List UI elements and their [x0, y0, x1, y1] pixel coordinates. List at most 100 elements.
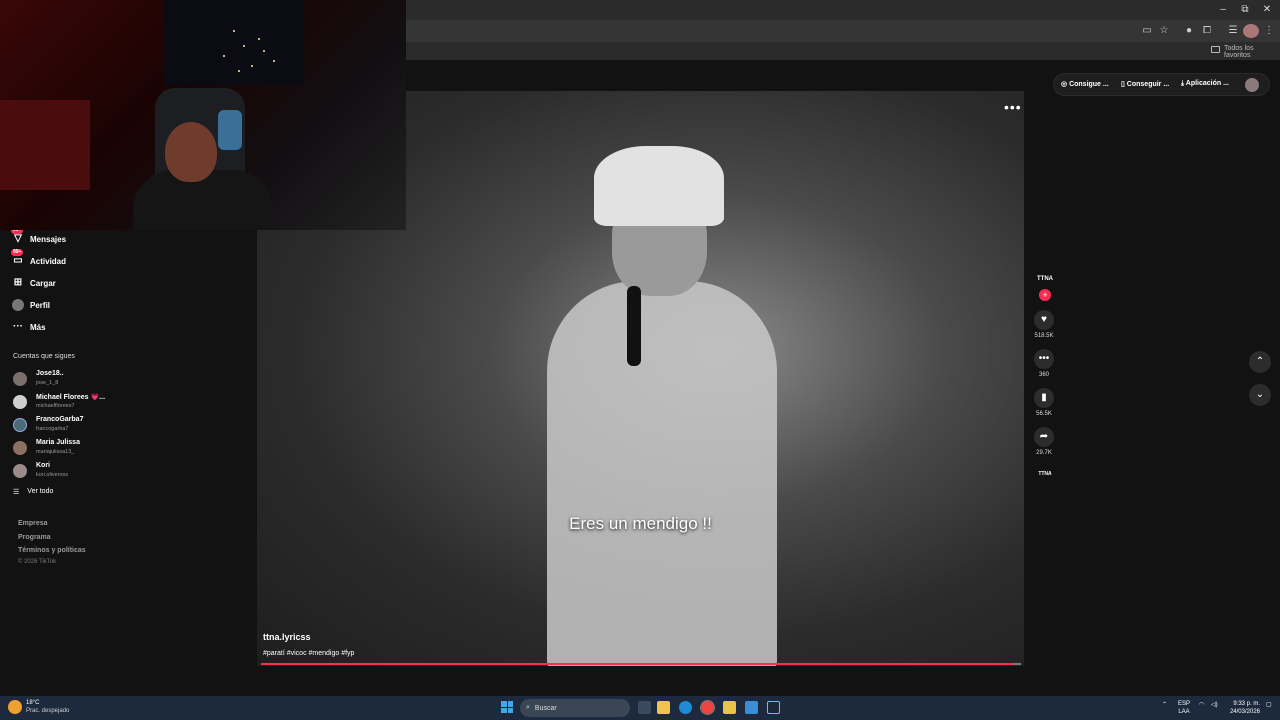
account-handle: francogarba7: [36, 426, 69, 432]
get-coins-button[interactable]: ◎ Consigue ...: [1061, 80, 1109, 88]
folder-icon: [1211, 46, 1220, 53]
steam-icon[interactable]: [767, 701, 780, 714]
maximize-button[interactable]: ⧉: [1234, 2, 1256, 18]
warning-app-icon[interactable]: [723, 701, 736, 714]
get-app-button[interactable]: ▯ Conseguir ...: [1121, 80, 1169, 88]
weather-icon[interactable]: [8, 700, 22, 714]
see-all-label: Ver todo: [27, 488, 54, 495]
avatar: [13, 418, 27, 432]
task-view-icon[interactable]: [638, 701, 651, 714]
cast-icon[interactable]: ▭: [1139, 24, 1155, 38]
close-button[interactable]: ✕: [1256, 2, 1278, 18]
upload-icon: ⊞: [13, 277, 23, 288]
all-bookmarks-link[interactable]: Todos los favoritos: [1224, 45, 1280, 59]
volume-icon[interactable]: ◁): [1211, 701, 1218, 708]
share-count: 29.7K: [1036, 450, 1052, 456]
video-frame-hat: [594, 146, 724, 226]
save-count: 56.5K: [1036, 411, 1052, 417]
activity-icon: ▭ 99+: [11, 249, 24, 266]
tray-overflow-icon[interactable]: ⌃: [1162, 701, 1167, 708]
sidebar-item-more[interactable]: ··· Más: [12, 318, 122, 336]
avatar: [13, 395, 27, 409]
video-progress-fill: [261, 663, 1014, 665]
taskbar-search[interactable]: ⌕ Buscar: [520, 699, 630, 717]
puzzle-icon[interactable]: ⧠: [1199, 24, 1215, 38]
account-name: Maria Julissa: [36, 439, 80, 446]
list-item[interactable]: Kori kori.oliveross: [13, 462, 123, 484]
system-clock[interactable]: 9:33 p. m. 24/03/2026: [1228, 700, 1260, 716]
list-icon: ☰: [13, 489, 20, 496]
browser-profile-icon[interactable]: [1243, 24, 1259, 38]
bookmark-star-icon[interactable]: ☆: [1156, 24, 1172, 38]
list-item[interactable]: Maria Julissa mariajulissa13_: [13, 439, 123, 461]
comment-action[interactable]: ••• 360: [1033, 349, 1055, 378]
top-actions-bar: ◎ Consigue ... ▯ Conseguir ... ⤓ Aplicac…: [1053, 73, 1270, 96]
avatar: [13, 441, 27, 455]
messages-icon: ▽ 99+: [11, 227, 24, 244]
share-icon[interactable]: ➦: [1034, 427, 1054, 447]
see-all-link[interactable]: ☰ Ver todo: [13, 488, 53, 496]
desktop-app-label: Aplicación ...: [1185, 80, 1229, 87]
sidebar-item-upload[interactable]: ⊞ Cargar: [12, 274, 122, 292]
more-icon: ···: [13, 321, 23, 332]
more-options-icon[interactable]: •••: [1004, 99, 1022, 115]
footer-link-terms[interactable]: Términos y políticas: [18, 547, 86, 554]
wifi-icon[interactable]: ◠: [1199, 701, 1204, 708]
sidebar-item-label: Más: [30, 322, 46, 332]
sidebar-item-messages[interactable]: ▽ 99+ Mensajes: [11, 227, 122, 248]
avatar: [13, 464, 27, 478]
keyboard-layout: LAA: [1178, 709, 1190, 715]
bookmark-icon[interactable]: ▮: [1034, 388, 1054, 408]
account-name: Michael Florees 💗...: [36, 394, 106, 401]
file-explorer-icon[interactable]: [657, 701, 670, 714]
footer-link-program[interactable]: Programa: [18, 534, 51, 541]
heart-icon[interactable]: ♥: [1034, 310, 1054, 330]
avatar: [13, 372, 27, 386]
weather-temperature: 18°C: [26, 700, 40, 706]
get-coins-label: Consigue ...: [1069, 81, 1109, 88]
video-author[interactable]: ttna.lyricss: [263, 632, 311, 642]
previous-video-button[interactable]: ⌃: [1249, 351, 1271, 373]
video-frame-microphone: [627, 286, 641, 366]
app-icon[interactable]: [745, 701, 758, 714]
comment-icon[interactable]: •••: [1034, 349, 1054, 369]
user-avatar[interactable]: [1245, 78, 1259, 92]
next-video-button[interactable]: ⌄: [1249, 384, 1271, 406]
chrome-icon[interactable]: [700, 700, 715, 715]
minimize-button[interactable]: –: [1212, 2, 1234, 18]
video-progress-bar[interactable]: [261, 663, 1021, 665]
sidebar-item-profile[interactable]: Perfil: [12, 296, 122, 314]
extension-icon[interactable]: ●: [1181, 24, 1197, 38]
footer-link-company[interactable]: Empresa: [18, 520, 48, 527]
sidebar-item-label: Mensajes: [30, 234, 67, 244]
list-item[interactable]: Michael Florees 💗... michaelflorees7: [13, 393, 123, 415]
save-action[interactable]: ▮ 56.5K: [1033, 388, 1055, 417]
like-count: 518.5K: [1034, 333, 1054, 339]
author-avatar[interactable]: TTNA: [1036, 276, 1054, 282]
edge-icon[interactable]: [679, 701, 692, 714]
account-handle: kori.oliveross: [36, 472, 69, 478]
windows-taskbar: 18°C Prac. despejado ⌕ Buscar ⌃ ESP LAA …: [0, 696, 1280, 720]
list-item[interactable]: Jose18.. jose_1_8: [13, 370, 123, 392]
search-icon: ⌕: [526, 704, 530, 711]
desktop-app-button[interactable]: ⤓ Aplicación ...: [1181, 80, 1229, 88]
list-item[interactable]: FrancoGarba7 francogarba7: [13, 416, 123, 438]
weather-description: Prac. despejado: [26, 708, 70, 714]
language-indicator[interactable]: ESP LAA: [1178, 700, 1190, 716]
like-action[interactable]: ♥ 518.5K: [1033, 310, 1055, 339]
clock-time: 9:33 p. m.: [1233, 701, 1260, 707]
video-hashtags[interactable]: #paratí #vicoc #mendigo #fyp: [263, 650, 354, 657]
tab-search-icon[interactable]: ☰: [1225, 24, 1241, 38]
comment-count: 360: [1038, 372, 1049, 378]
sidebar-item-activity[interactable]: ▭ 99+ Actividad: [11, 249, 122, 270]
sidebar-item-label: Actividad: [30, 256, 67, 266]
music-disc[interactable]: TTNA: [1036, 471, 1054, 477]
follow-button[interactable]: +: [1039, 289, 1051, 301]
notification-icon[interactable]: ▢: [1266, 701, 1272, 708]
start-button[interactable]: [501, 701, 513, 713]
share-action[interactable]: ➦ 29.7K: [1033, 427, 1055, 456]
browser-menu-icon[interactable]: ⋮: [1261, 24, 1277, 38]
sidebar-item-label: Perfil: [30, 300, 51, 310]
account-name: Kori: [36, 462, 50, 469]
following-section-title: Cuentas que sigues: [13, 353, 75, 360]
